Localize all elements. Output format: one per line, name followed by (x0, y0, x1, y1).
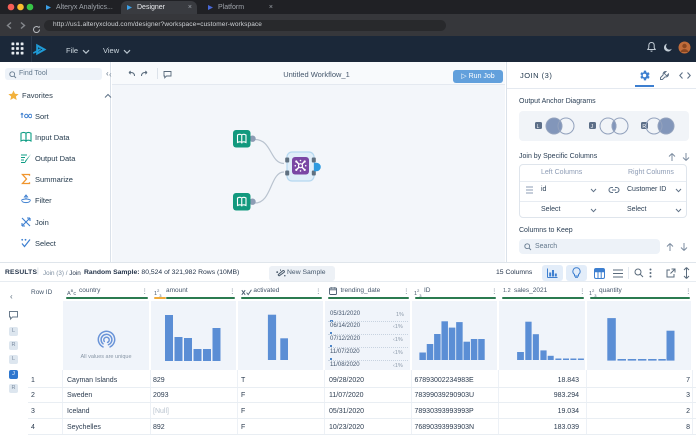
svg-text:R: R (642, 124, 646, 130)
svg-text:L: L (537, 124, 540, 130)
